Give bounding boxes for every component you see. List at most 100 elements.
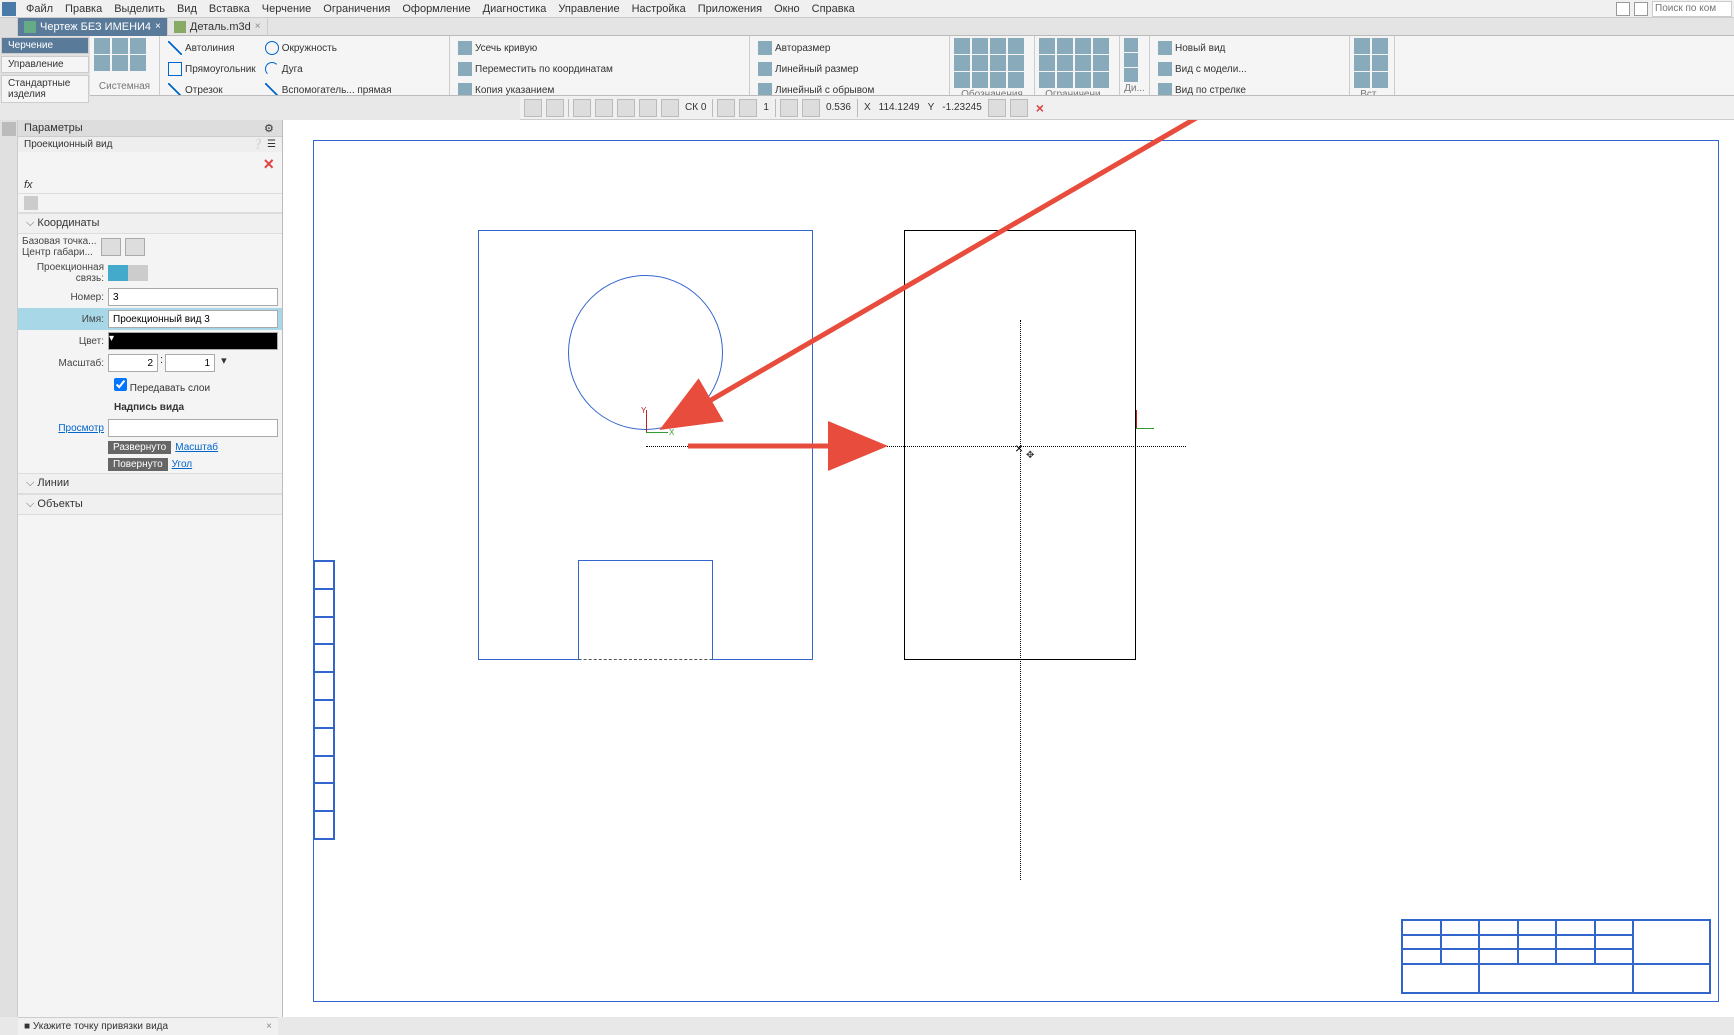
cursor-icon[interactable] [573, 99, 591, 117]
designation-icon[interactable] [972, 55, 988, 71]
mode-std-parts[interactable]: Стандартные изделия [1, 75, 89, 103]
designation-icon[interactable] [954, 38, 970, 54]
designation-icon[interactable] [990, 72, 1006, 88]
constraint-icon[interactable] [1039, 72, 1055, 88]
view-from-model-button[interactable]: Вид с модели... [1154, 59, 1251, 79]
view-scale[interactable]: 1 [761, 102, 771, 113]
mode-manage[interactable]: Управление [1, 56, 89, 73]
menu-file[interactable]: Файл [20, 3, 59, 15]
close-icon[interactable]: × [255, 21, 261, 32]
menu-addins[interactable]: Приложения [692, 3, 768, 15]
view-nav-icon[interactable] [739, 99, 757, 117]
name-input[interactable] [108, 310, 278, 328]
display-icon[interactable] [717, 99, 735, 117]
grid-icon[interactable] [639, 99, 657, 117]
number-input[interactable] [108, 288, 278, 306]
new-icon[interactable] [94, 38, 110, 54]
section-lines[interactable]: Линии [18, 473, 282, 494]
save-icon[interactable] [130, 38, 146, 54]
pass-layers-checkbox[interactable]: Передавать слои [114, 383, 210, 394]
constraint-icon[interactable] [1057, 55, 1073, 71]
menu-help[interactable]: Справка [806, 3, 861, 15]
insert-icon[interactable] [1354, 72, 1370, 88]
measure-icon[interactable] [988, 99, 1006, 117]
scale-a-input[interactable] [108, 354, 158, 372]
menu-diagnostics[interactable]: Диагностика [477, 3, 553, 15]
window-grid-icon[interactable] [1634, 2, 1648, 16]
constraint-icon[interactable] [1093, 38, 1109, 54]
list-icon[interactable]: ☰ [267, 139, 276, 150]
drawing-canvas[interactable]: Y X × ✥ [283, 120, 1734, 1017]
aux-line-button[interactable]: Вспомогатель... прямая [261, 80, 396, 96]
insert-icon[interactable] [1372, 55, 1388, 71]
zoom-out-icon[interactable] [780, 99, 798, 117]
designation-icon[interactable] [972, 38, 988, 54]
menu-insert[interactable]: Вставка [203, 3, 256, 15]
dropdown-icon[interactable]: ▾ [217, 354, 231, 372]
constraint-icon[interactable] [1057, 38, 1073, 54]
insert-icon[interactable] [1354, 38, 1370, 54]
angle-link[interactable]: Угол [172, 459, 193, 470]
menu-select[interactable]: Выделить [108, 3, 171, 15]
layer-icon[interactable] [524, 99, 542, 117]
constraint-icon[interactable] [1075, 55, 1091, 71]
circle-button[interactable]: Окружность [261, 38, 396, 58]
paste-icon[interactable] [130, 55, 146, 71]
menu-edit[interactable]: Правка [59, 3, 108, 15]
copy-icon[interactable] [112, 55, 128, 71]
bbox-icon[interactable] [125, 238, 145, 256]
section-coords[interactable]: Координаты [18, 213, 282, 234]
color-select[interactable]: ▾ [108, 332, 278, 350]
title-block[interactable] [1401, 919, 1711, 994]
insert-icon[interactable] [1372, 72, 1388, 88]
designation-icon[interactable] [990, 55, 1006, 71]
new-view-button[interactable]: Новый вид [1154, 38, 1251, 58]
insert-icon[interactable] [1354, 55, 1370, 71]
arc-button[interactable]: Дуга [261, 59, 396, 79]
autoline-button[interactable]: Автолиния [164, 38, 260, 58]
window-layout-icon[interactable] [1616, 2, 1630, 16]
designation-icon[interactable] [990, 38, 1006, 54]
designation-icon[interactable] [1008, 38, 1024, 54]
constraint-icon[interactable] [1075, 38, 1091, 54]
segment-button[interactable]: Отрезок [164, 80, 260, 96]
ortho-icon[interactable] [617, 99, 635, 117]
pick-point-icon[interactable] [101, 238, 121, 256]
constraint-icon[interactable] [1039, 38, 1055, 54]
status-close-icon[interactable]: × [266, 1021, 272, 1032]
help-icon[interactable]: ❔ [252, 139, 264, 150]
designation-icon[interactable] [1008, 72, 1024, 88]
zoom-value[interactable]: 0.536 [824, 102, 853, 113]
constraint-icon[interactable] [1093, 72, 1109, 88]
zoom-in-icon[interactable] [802, 99, 820, 117]
menu-window[interactable]: Окно [768, 3, 806, 15]
rectangle-button[interactable]: Прямоугольник [164, 59, 260, 79]
tab-list-icon[interactable] [0, 18, 18, 36]
designation-icon[interactable] [954, 72, 970, 88]
pen-icon[interactable] [546, 99, 564, 117]
insert-icon[interactable] [1372, 38, 1388, 54]
cancel-icon[interactable]: × [1032, 100, 1048, 116]
constraint-icon[interactable] [1057, 72, 1073, 88]
copy-by-point-button[interactable]: Копия указанием [454, 80, 617, 96]
fx-icon[interactable]: fx [24, 179, 33, 191]
constraint-icon[interactable] [1039, 55, 1055, 71]
designation-icon[interactable] [972, 72, 988, 88]
menu-drawing[interactable]: Черчение [256, 3, 318, 15]
panel-tab-icon[interactable] [2, 122, 16, 136]
linear-break-dim-button[interactable]: Линейный с обрывом [754, 80, 878, 96]
text-icon[interactable] [954, 55, 970, 71]
arrow-view-button[interactable]: Вид по стрелке [1154, 80, 1251, 96]
scale-link[interactable]: Масштаб [175, 442, 218, 453]
close-icon[interactable]: × [155, 21, 161, 32]
linear-dim-button[interactable]: Линейный размер [754, 59, 878, 79]
trim-button[interactable]: Усечь кривую [454, 38, 617, 58]
search-input[interactable] [1652, 1, 1732, 17]
list-toggle-icon[interactable] [24, 196, 38, 210]
move-button[interactable]: Переместить по координатам [454, 59, 617, 79]
tool-icon[interactable] [1010, 99, 1028, 117]
diag-icon[interactable] [1124, 53, 1138, 67]
doc-tab-part[interactable]: Деталь.m3d × [168, 18, 268, 36]
auto-dim-button[interactable]: Авторазмер [754, 38, 878, 58]
mode-drawing[interactable]: Черчение [1, 37, 89, 54]
